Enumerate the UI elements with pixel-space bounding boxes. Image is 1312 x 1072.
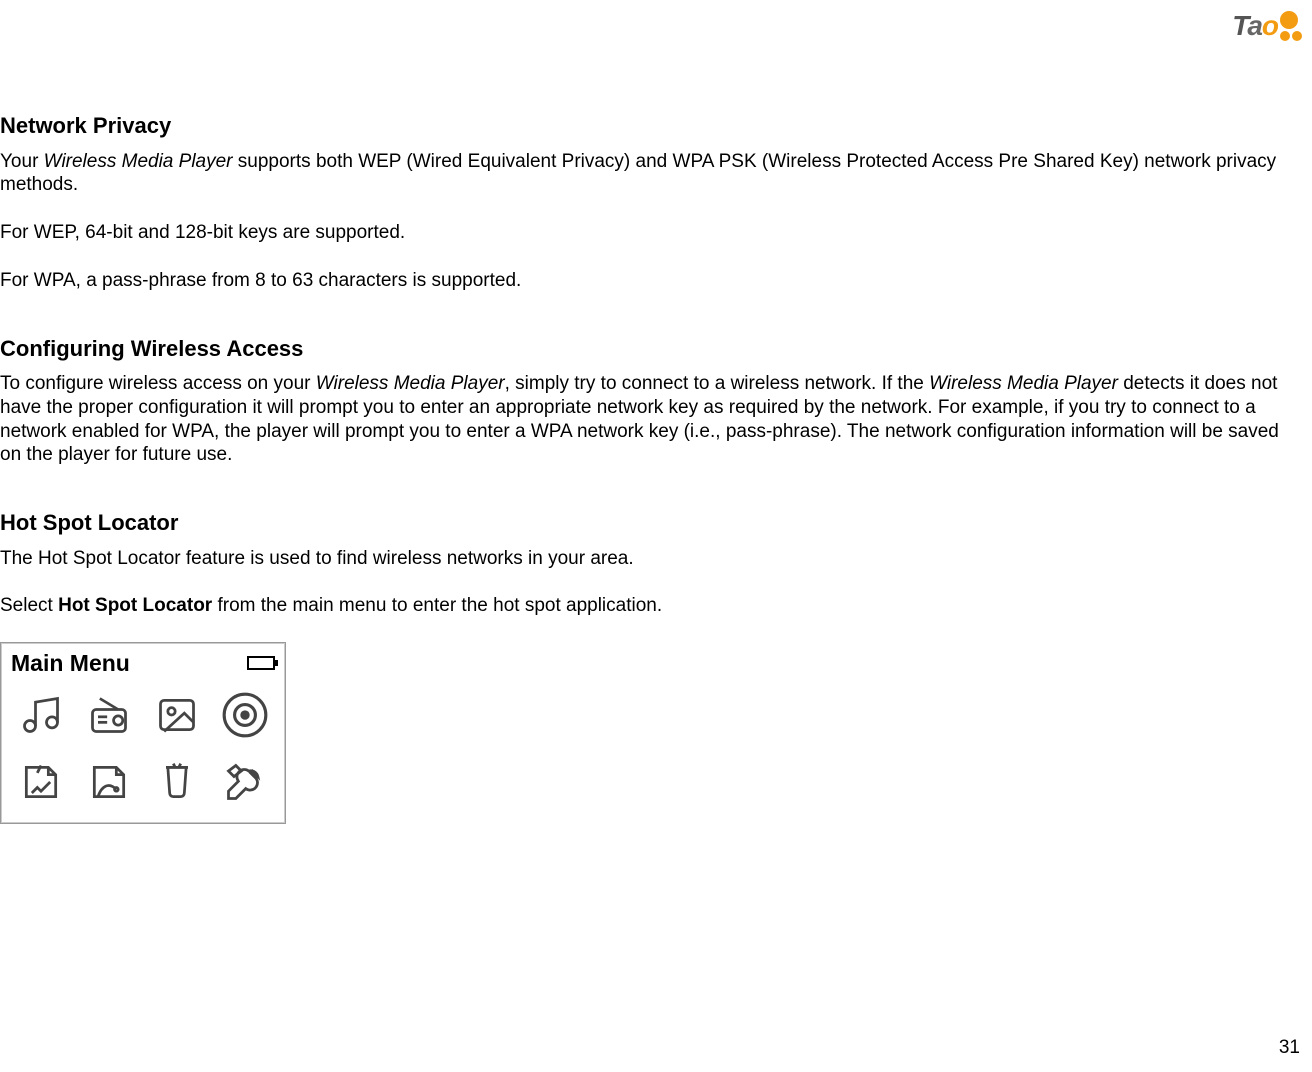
main-menu-icon-grid <box>9 684 277 814</box>
logo-dots-icon <box>1280 11 1302 41</box>
main-menu-title-bar: Main Menu <box>9 649 277 678</box>
logo-letter-o: o <box>1262 10 1278 41</box>
text-segment: To configure wireless access on your <box>0 373 316 394</box>
logo-letter-a: a <box>1247 10 1262 41</box>
battery-icon <box>247 656 275 670</box>
paragraph-configuring-wireless: To configure wireless access on your Wir… <box>0 372 1304 467</box>
paragraph-hot-spot-select: Select Hot Spot Locator from the main me… <box>0 594 1304 618</box>
radio-icon <box>77 684 141 747</box>
heading-hot-spot-locator: Hot Spot Locator <box>0 509 1304 537</box>
paragraph-hot-spot-intro: The Hot Spot Locator feature is used to … <box>0 547 1304 571</box>
brand-logo: Tao <box>1232 8 1302 43</box>
document-content: Network Privacy Your Wireless Media Play… <box>0 0 1312 824</box>
text-segment: from the main menu to enter the hot spot… <box>212 595 662 616</box>
page-number: 31 <box>1279 1036 1300 1060</box>
text-segment-italic: Wireless Media Player <box>929 373 1118 394</box>
text-segment-bold: Hot Spot Locator <box>58 595 212 616</box>
cup-icon <box>145 751 209 814</box>
picture-icon <box>145 684 209 747</box>
main-menu-title: Main Menu <box>11 649 130 678</box>
text-segment: Your <box>0 151 44 172</box>
text-segment: Select <box>0 595 58 616</box>
main-menu-screenshot: Main Menu <box>0 642 286 824</box>
heading-configuring-wireless: Configuring Wireless Access <box>0 335 1304 363</box>
paragraph-wpa: For WPA, a pass-phrase from 8 to 63 char… <box>0 269 1304 293</box>
logo-text: Tao <box>1232 8 1278 43</box>
music-note-icon <box>9 684 73 747</box>
note-icon <box>9 751 73 814</box>
paragraph-network-privacy-intro: Your Wireless Media Player supports both… <box>0 150 1304 198</box>
section-configuring-wireless: Configuring Wireless Access To configure… <box>0 335 1304 468</box>
heading-network-privacy: Network Privacy <box>0 112 1304 140</box>
text-segment-italic: Wireless Media Player <box>44 151 233 172</box>
section-hot-spot-locator: Hot Spot Locator The Hot Spot Locator fe… <box>0 509 1304 824</box>
text-segment-italic: Wireless Media Player <box>316 373 505 394</box>
paragraph-wep: For WEP, 64-bit and 128-bit keys are sup… <box>0 221 1304 245</box>
logo-letter-t: T <box>1232 10 1247 41</box>
config-icon <box>77 751 141 814</box>
text-segment: , simply try to connect to a wireless ne… <box>505 373 930 394</box>
section-network-privacy: Network Privacy Your Wireless Media Play… <box>0 112 1304 293</box>
tools-icon <box>213 751 277 814</box>
speaker-icon <box>213 684 277 747</box>
